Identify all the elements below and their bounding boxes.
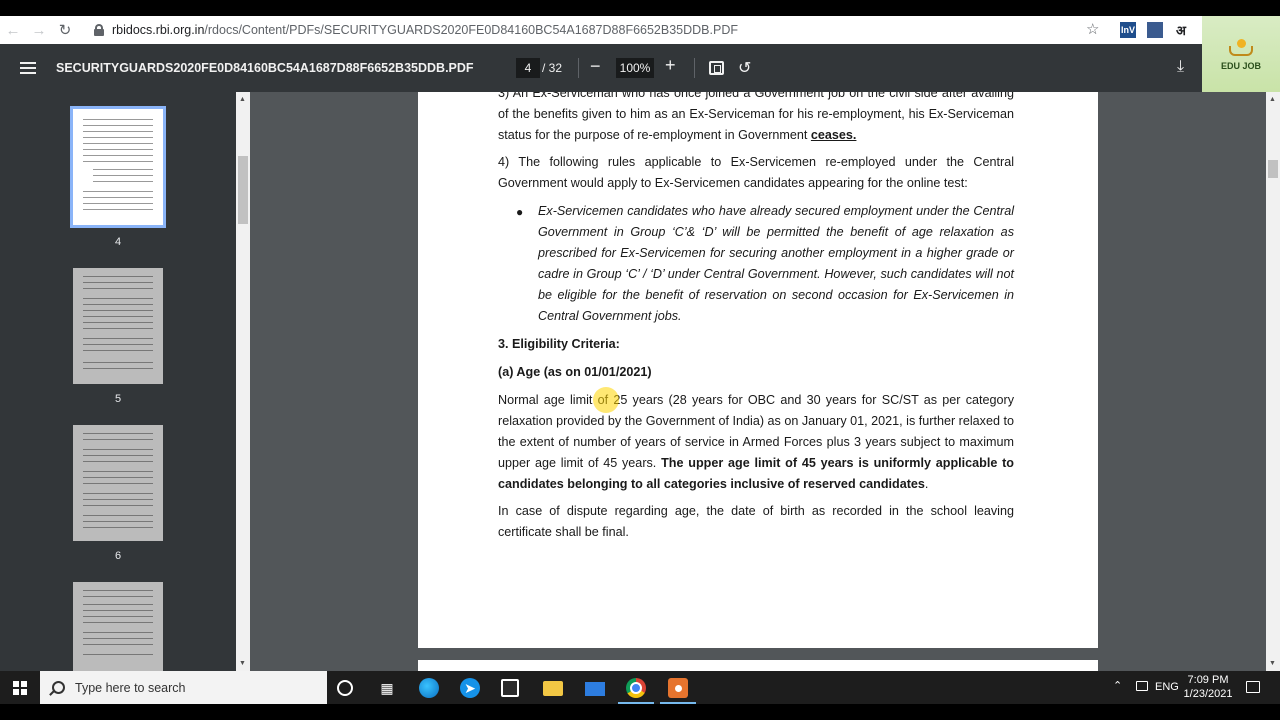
bookmark-star-icon[interactable]: ☆: [1086, 20, 1099, 38]
thumbnail-page-4[interactable]: [70, 106, 166, 228]
search-icon: [52, 681, 65, 694]
page-total: / 32: [542, 61, 563, 75]
language-indicator[interactable]: ENG: [1155, 681, 1179, 693]
pdf-toolbar: SECURITYGUARDS2020FE0D84160BC54A1687D88F…: [0, 44, 1202, 92]
safari-icon[interactable]: ➤: [460, 678, 480, 698]
extension-inv-icon[interactable]: InV: [1120, 22, 1136, 38]
zoom-input[interactable]: 100%: [616, 58, 654, 78]
zoom-in-button[interactable]: +: [665, 55, 676, 76]
notifications-icon[interactable]: [1246, 681, 1260, 693]
tray-expand-icon[interactable]: ⌃: [1113, 679, 1122, 692]
top-black-strip: [0, 0, 1280, 16]
logo-text: EDU JOB: [1220, 61, 1261, 71]
bullet-dot: ●: [516, 205, 524, 219]
forward-button[interactable]: →: [26, 16, 52, 44]
browser-address-bar: ← → ↻ rbidocs.rbi.org.in/rdocs/Content/P…: [0, 16, 1202, 44]
thumbnail-page-5[interactable]: [73, 268, 163, 384]
windows-taskbar: Type here to search ▦ ➤ ⌃ ENG 7:09 PM 1/…: [0, 671, 1280, 704]
edge-icon[interactable]: [419, 678, 439, 698]
thumbnail-label: 6: [114, 550, 122, 562]
cursor-highlight: [593, 387, 619, 413]
url-text[interactable]: rbidocs.rbi.org.in/rdocs/Content/PDFs/SE…: [112, 23, 738, 37]
download-icon[interactable]: ⤓: [1177, 58, 1184, 76]
thumbnail-sidebar: 4 5 6: [0, 92, 236, 671]
task-view-icon[interactable]: ▦: [377, 678, 397, 698]
paragraph-4: 4) The following rules applicable to Ex-…: [498, 155, 1014, 190]
windows-start-icon[interactable]: [13, 681, 27, 695]
paragraph-3: 3) An Ex-Serviceman who has once joined …: [498, 92, 1014, 142]
omnibox[interactable]: rbidocs.rbi.org.in/rdocs/Content/PDFs/SE…: [92, 18, 1110, 42]
sidebar-scroll-thumb[interactable]: [238, 156, 248, 224]
document-title: SECURITYGUARDS2020FE0D84160BC54A1687D88F…: [56, 61, 474, 75]
extension-icon[interactable]: [1147, 22, 1163, 38]
file-explorer-icon[interactable]: [543, 681, 563, 696]
search-placeholder: Type here to search: [75, 680, 186, 695]
bottom-black-strip: [0, 704, 1280, 720]
extension-hindi-icon[interactable]: अ: [1173, 22, 1189, 38]
viewer-scrollbar[interactable]: ▲ ▼: [1266, 92, 1280, 671]
section-heading: 3. Eligibility Criteria:: [498, 337, 620, 351]
pdf-viewer: 3) An Ex-Serviceman who has once joined …: [250, 92, 1266, 671]
lock-icon[interactable]: [92, 23, 106, 37]
reload-button[interactable]: ↻: [52, 16, 78, 44]
divider: [694, 58, 695, 78]
bullet-text: Ex-Servicemen candidates who have alread…: [538, 204, 1014, 323]
network-icon[interactable]: [1136, 681, 1148, 691]
cortana-icon[interactable]: [337, 680, 353, 696]
viewer-scroll-thumb[interactable]: [1268, 160, 1278, 178]
rotate-icon[interactable]: ↺: [738, 58, 751, 78]
menu-icon[interactable]: [20, 62, 36, 74]
back-button[interactable]: ←: [0, 16, 26, 44]
zoom-out-button[interactable]: −: [590, 56, 601, 77]
thumbnail-label: 5: [114, 393, 122, 405]
clock[interactable]: 7:09 PM 1/23/2021: [1182, 673, 1234, 701]
time: 7:09 PM: [1187, 674, 1229, 686]
dispute-paragraph: In case of dispute regarding age, the da…: [498, 504, 1014, 539]
fit-page-icon[interactable]: [709, 61, 724, 75]
thumbnail-page-6[interactable]: [73, 425, 163, 541]
chrome-icon[interactable]: [626, 678, 646, 698]
screen-recorder-icon[interactable]: [668, 678, 688, 698]
thumbnail-page-7[interactable]: [73, 582, 163, 671]
divider: [578, 58, 579, 78]
edu-job-logo: EDU JOB: [1202, 16, 1280, 92]
page-number-input[interactable]: 4: [516, 58, 540, 78]
store-icon[interactable]: [501, 679, 519, 697]
subsection-heading: (a) Age (as on 01/01/2021): [498, 365, 652, 379]
thumbnail-label: 4: [114, 236, 122, 248]
next-pdf-page: [418, 660, 1098, 671]
mail-icon[interactable]: [585, 682, 605, 696]
book-sun-icon: [1226, 37, 1256, 59]
pdf-page: 3) An Ex-Serviceman who has once joined …: [418, 92, 1098, 648]
age-paragraph: Normal age limit of 25 years (28 years f…: [498, 393, 1015, 491]
date: 1/23/2021: [1183, 688, 1233, 700]
taskbar-search[interactable]: Type here to search: [40, 671, 327, 704]
